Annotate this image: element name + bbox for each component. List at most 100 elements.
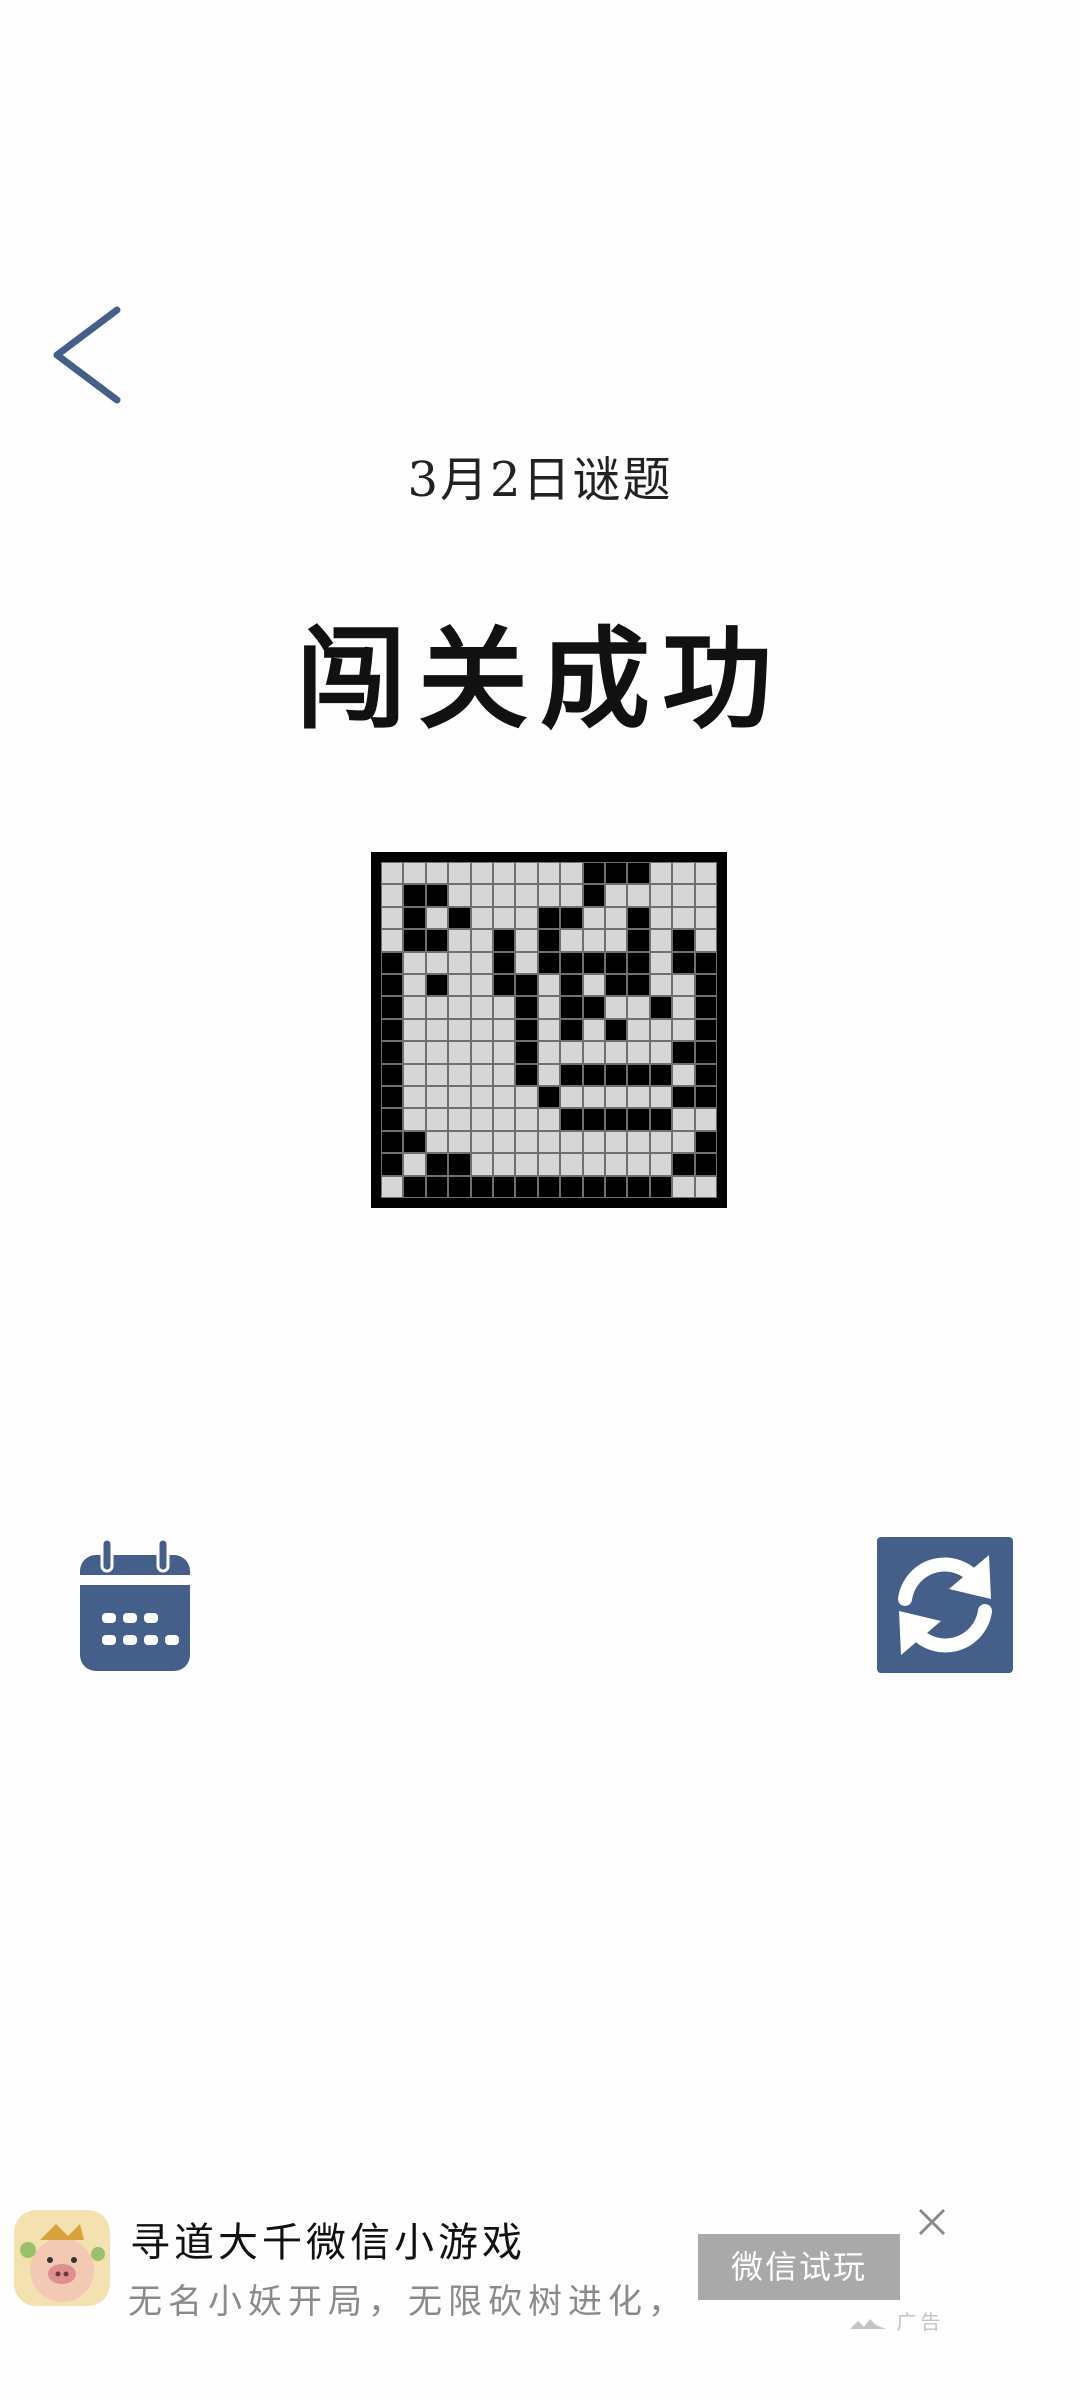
puzzle-cell[interactable]	[695, 974, 716, 996]
puzzle-cell[interactable]	[426, 1019, 448, 1041]
puzzle-cell[interactable]	[404, 997, 425, 1018]
puzzle-cell[interactable]	[605, 952, 627, 973]
refresh-button[interactable]	[877, 1537, 1013, 1673]
puzzle-cell[interactable]	[404, 1131, 425, 1153]
puzzle-cell[interactable]	[695, 863, 716, 884]
puzzle-cell[interactable]	[538, 1019, 560, 1041]
puzzle-cell[interactable]	[628, 974, 649, 996]
puzzle-cell[interactable]	[673, 997, 694, 1018]
puzzle-cell[interactable]	[561, 1064, 582, 1085]
puzzle-cell[interactable]	[426, 997, 448, 1018]
puzzle-cell[interactable]	[493, 1086, 515, 1108]
puzzle-cell[interactable]	[628, 885, 649, 906]
puzzle-cell[interactable]	[538, 1154, 560, 1175]
puzzle-cell[interactable]	[561, 863, 582, 884]
puzzle-cell[interactable]	[583, 997, 604, 1018]
puzzle-cell[interactable]	[404, 1154, 425, 1175]
puzzle-cell[interactable]	[449, 930, 470, 951]
puzzle-cell[interactable]	[404, 1086, 425, 1108]
puzzle-cell[interactable]	[471, 1176, 492, 1197]
puzzle-cell[interactable]	[605, 1131, 627, 1153]
puzzle-cell[interactable]	[650, 974, 672, 996]
puzzle-cell[interactable]	[426, 1042, 448, 1063]
puzzle-cell[interactable]	[538, 885, 560, 906]
puzzle-cell[interactable]	[426, 1131, 448, 1153]
puzzle-cell[interactable]	[605, 1154, 627, 1175]
puzzle-cell[interactable]	[673, 1154, 694, 1175]
puzzle-cell[interactable]	[628, 952, 649, 973]
puzzle-cell[interactable]	[516, 930, 537, 951]
puzzle-cell[interactable]	[538, 907, 560, 929]
puzzle-cell[interactable]	[516, 1154, 537, 1175]
puzzle-cell[interactable]	[516, 885, 537, 906]
puzzle-cell[interactable]	[650, 1109, 672, 1130]
puzzle-cell[interactable]	[382, 930, 403, 951]
puzzle-cell[interactable]	[695, 1154, 716, 1175]
puzzle-cell[interactable]	[404, 930, 425, 951]
puzzle-cell[interactable]	[426, 1176, 448, 1197]
puzzle-cell[interactable]	[628, 907, 649, 929]
puzzle-cell[interactable]	[426, 930, 448, 951]
puzzle-cell[interactable]	[673, 1064, 694, 1085]
puzzle-cell[interactable]	[673, 952, 694, 973]
back-button[interactable]	[45, 300, 135, 410]
puzzle-cell[interactable]	[673, 1086, 694, 1108]
puzzle-cell[interactable]	[382, 1131, 403, 1153]
puzzle-cell[interactable]	[605, 885, 627, 906]
puzzle-cell[interactable]	[605, 974, 627, 996]
puzzle-cell[interactable]	[471, 1131, 492, 1153]
puzzle-cell[interactable]	[561, 952, 582, 973]
puzzle-cell[interactable]	[561, 1086, 582, 1108]
puzzle-cell[interactable]	[471, 952, 492, 973]
puzzle-cell[interactable]	[426, 907, 448, 929]
puzzle-cell[interactable]	[650, 952, 672, 973]
puzzle-cell[interactable]	[695, 952, 716, 973]
puzzle-cell[interactable]	[404, 1176, 425, 1197]
puzzle-cell[interactable]	[673, 974, 694, 996]
calendar-button[interactable]	[76, 1535, 194, 1675]
puzzle-cell[interactable]	[382, 907, 403, 929]
puzzle-cell[interactable]	[561, 885, 582, 906]
puzzle-cell[interactable]	[404, 1042, 425, 1063]
puzzle-cell[interactable]	[382, 863, 403, 884]
puzzle-cell[interactable]	[628, 930, 649, 951]
puzzle-cell[interactable]	[516, 1109, 537, 1130]
puzzle-cell[interactable]	[673, 907, 694, 929]
puzzle-cell[interactable]	[538, 1176, 560, 1197]
puzzle-cell[interactable]	[493, 1131, 515, 1153]
puzzle-cell[interactable]	[583, 1086, 604, 1108]
puzzle-cell[interactable]	[628, 1154, 649, 1175]
puzzle-cell[interactable]	[449, 907, 470, 929]
puzzle-cell[interactable]	[650, 1176, 672, 1197]
puzzle-cell[interactable]	[516, 1131, 537, 1153]
puzzle-cell[interactable]	[583, 1154, 604, 1175]
puzzle-cell[interactable]	[561, 1131, 582, 1153]
puzzle-cell[interactable]	[471, 885, 492, 906]
puzzle-cell[interactable]	[650, 885, 672, 906]
puzzle-cell[interactable]	[650, 863, 672, 884]
puzzle-cell[interactable]	[493, 930, 515, 951]
puzzle-cell[interactable]	[538, 1109, 560, 1130]
puzzle-cell[interactable]	[583, 907, 604, 929]
puzzle-cell[interactable]	[426, 1086, 448, 1108]
puzzle-cell[interactable]	[426, 952, 448, 973]
puzzle-cell[interactable]	[673, 1019, 694, 1041]
puzzle-cell[interactable]	[628, 1064, 649, 1085]
puzzle-cell[interactable]	[628, 1109, 649, 1130]
puzzle-cell[interactable]	[583, 1064, 604, 1085]
puzzle-cell[interactable]	[449, 1064, 470, 1085]
puzzle-cell[interactable]	[583, 1019, 604, 1041]
puzzle-cell[interactable]	[471, 863, 492, 884]
puzzle-cell[interactable]	[583, 1131, 604, 1153]
puzzle-cell[interactable]	[404, 1064, 425, 1085]
puzzle-cell[interactable]	[426, 885, 448, 906]
ad-banner[interactable]: 寻道大千微信小游戏 无名小妖开局，无限砍树进化， ... 微信试玩 广告	[0, 2190, 1080, 2400]
puzzle-cell[interactable]	[493, 863, 515, 884]
puzzle-cell[interactable]	[493, 952, 515, 973]
puzzle-cell[interactable]	[382, 1109, 403, 1130]
puzzle-cell[interactable]	[628, 1042, 649, 1063]
puzzle-cell[interactable]	[382, 1019, 403, 1041]
puzzle-cell[interactable]	[404, 974, 425, 996]
puzzle-cell[interactable]	[449, 952, 470, 973]
puzzle-cell[interactable]	[650, 1064, 672, 1085]
